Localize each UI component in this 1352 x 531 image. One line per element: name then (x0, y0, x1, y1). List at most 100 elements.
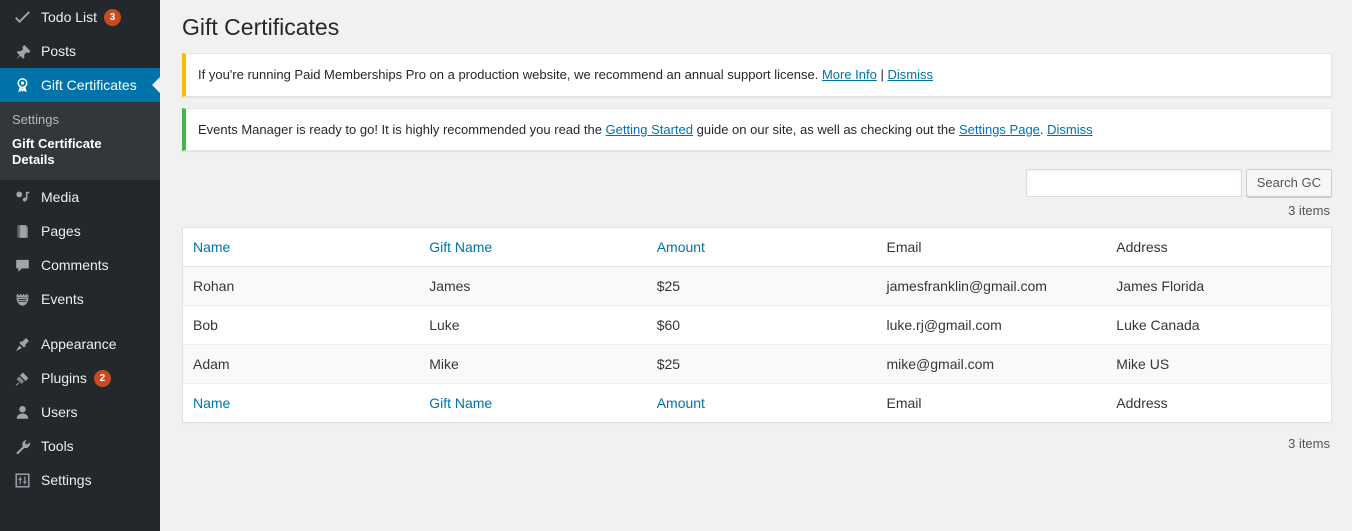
sidebar-item-media[interactable]: Media (0, 180, 160, 214)
items-count-top: 3 items (1288, 203, 1330, 218)
sidebar-badge: 2 (93, 369, 111, 387)
search-gc-button[interactable]: Search GC (1245, 168, 1332, 197)
admin-screen: Todo List 3 Posts Gift Certificates Settings… (0, 0, 1352, 531)
column-header-amount[interactable]: Amount (646, 227, 877, 267)
sidebar-submenu: Settings Gift Certificate Details (0, 102, 160, 180)
pages-icon (12, 221, 32, 241)
cell-email: jamesfranklin@gmail.com (876, 266, 1107, 306)
table-nav-top: Search GC (182, 162, 1332, 198)
column-header-amount[interactable]: Amount (646, 383, 877, 423)
page-title: Gift Certificates (182, 14, 340, 40)
calendar-icon (12, 289, 32, 309)
sidebar-item-events[interactable]: Events (0, 282, 160, 316)
sidebar-item-appearance[interactable]: Appearance (0, 327, 160, 361)
items-count-bottom: 3 items (1288, 436, 1330, 451)
cell-address: Luke Canada (1106, 305, 1332, 345)
cell-name: Adam (182, 344, 420, 384)
sidebar-item-label: Media (41, 189, 80, 205)
sidebar-separator (0, 316, 160, 327)
sidebar-item-label: Gift Certificates (41, 77, 137, 93)
more-info-link[interactable]: More Info (822, 67, 877, 82)
sidebar-item-todo-list[interactable]: Todo List 3 (0, 0, 160, 34)
column-header-name[interactable]: Name (182, 227, 420, 267)
notice-events-manager: Events Manager is ready to go! It is hig… (182, 107, 1332, 151)
cell-email: mike@gmail.com (876, 344, 1107, 384)
column-header-label: Amount (656, 395, 705, 411)
column-header-email: Email (876, 227, 1107, 267)
user-icon (12, 402, 32, 422)
sidebar-item-settings[interactable]: Settings (0, 463, 160, 497)
cell-address: Mike US (1106, 344, 1332, 384)
column-header-label: Address (1116, 239, 1168, 255)
submenu-item-gift-certificate-details[interactable]: Gift Certificate Details (0, 133, 140, 171)
sliders-icon (12, 470, 32, 490)
sidebar-item-plugins[interactable]: Plugins 2 (0, 361, 160, 395)
column-header-gift-name[interactable]: Gift Name (419, 227, 647, 267)
media-icon (12, 187, 32, 207)
cell-amount: $25 (646, 344, 877, 384)
cell-name: Rohan (182, 266, 420, 306)
column-header-gift-name[interactable]: Gift Name (419, 383, 647, 423)
cell-gift-name: James (419, 266, 647, 306)
sidebar-item-label: Posts (41, 43, 77, 59)
plug-icon (12, 368, 32, 388)
cell-gift-name: Luke (419, 305, 647, 345)
admin-sidebar: Todo List 3 Posts Gift Certificates Settings… (0, 0, 160, 531)
sidebar-item-tools[interactable]: Tools (0, 429, 160, 463)
pin-icon (12, 41, 32, 61)
column-header-label: Name (193, 239, 231, 255)
column-header-label: Gift Name (429, 395, 493, 411)
comment-icon (12, 255, 32, 275)
sidebar-item-label: Todo List (41, 9, 98, 25)
sidebar-item-comments[interactable]: Comments (0, 248, 160, 282)
sidebar-item-label: Pages (41, 223, 81, 239)
sidebar-item-users[interactable]: Users (0, 395, 160, 429)
notice-text: If you're running Paid Memberships Pro o… (198, 67, 822, 82)
sidebar-item-label: Plugins (41, 370, 87, 386)
notice-text-before: Events Manager is ready to go! It is hig… (198, 121, 606, 137)
sidebar-badge: 3 (104, 8, 122, 26)
column-header-label: Gift Name (429, 239, 493, 255)
table-header-row: Name Gift Name Amount Email Address (182, 227, 1332, 267)
sidebar-item-label: Events (41, 291, 84, 307)
sidebar-item-label: Users (41, 404, 78, 420)
cell-gift-name: Mike (419, 344, 647, 384)
sidebar-item-label: Settings (41, 472, 92, 488)
column-header-label: Address (1116, 395, 1168, 411)
sidebar-item-pages[interactable]: Pages (0, 214, 160, 248)
notice-separator: | (876, 67, 888, 82)
notice-text-middle: guide on our site, as well as checking o… (693, 121, 959, 137)
brush-icon (12, 334, 32, 354)
column-header-label: Email (886, 239, 922, 255)
table-body: Rohan James $25 jamesfranklin@gmail.com Jame… (182, 266, 1332, 384)
check-icon (12, 7, 32, 27)
dismiss-link[interactable]: Dismiss (887, 67, 933, 82)
gift-certificates-table: Name Gift Name Amount Email Address Rohan Jam… (182, 227, 1332, 423)
table-row: Rohan James $25 jamesfranklin@gmail.com Jame… (182, 266, 1332, 306)
table-row: Bob Luke $60 luke.rj@gmail.com Luke Canada (182, 305, 1332, 345)
search-input[interactable] (1025, 168, 1242, 197)
column-header-label: Amount (656, 239, 705, 255)
submenu-heading: Settings (12, 112, 59, 127)
column-header-email: Email (876, 383, 1107, 423)
column-header-address: Address (1106, 227, 1332, 267)
table-row: Adam Mike $25 mike@gmail.com Mike US (182, 344, 1332, 384)
sidebar-item-gift-certificates[interactable]: Gift Certificates (0, 68, 160, 102)
cell-email: luke.rj@gmail.com (876, 305, 1107, 345)
award-icon (12, 75, 32, 95)
dismiss-link[interactable]: Dismiss (1047, 122, 1093, 137)
cell-amount: $60 (646, 305, 877, 345)
sidebar-item-label: Appearance (41, 336, 117, 352)
wrench-icon (12, 436, 32, 456)
column-header-address: Address (1106, 383, 1332, 423)
main-content: Gift Certificates If you're running Paid… (160, 0, 1352, 531)
table-head: Name Gift Name Amount Email Address (182, 227, 1332, 267)
column-header-name[interactable]: Name (182, 383, 420, 423)
sidebar-item-posts[interactable]: Posts (0, 34, 160, 68)
getting-started-link[interactable]: Getting Started (606, 122, 693, 137)
notice-paid-memberships-pro: If you're running Paid Memberships Pro o… (182, 53, 1332, 97)
cell-name: Bob (182, 305, 420, 345)
cell-amount: $25 (646, 266, 877, 306)
sidebar-item-label: Tools (41, 438, 74, 454)
settings-page-link[interactable]: Settings Page (959, 122, 1040, 137)
